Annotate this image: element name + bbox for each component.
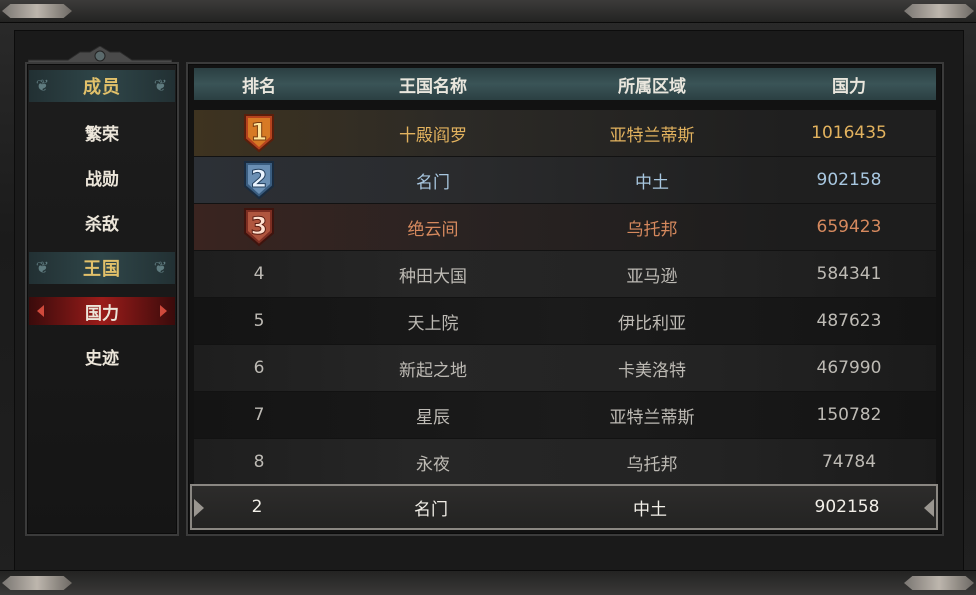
sidebar-header-kingdom: ❦ 王国 ❦ [29,252,175,284]
table-row[interactable]: 4 种田大国 亚马逊 584341 [194,251,936,297]
table-row[interactable]: 5 天上院 伊比利亚 487623 [194,298,936,344]
header-deco-icon: ❦ [153,258,169,277]
rank-cell: 5 [253,311,265,331]
region-cell: 亚特兰蒂斯 [609,125,695,146]
region-cell: 卡美洛特 [618,360,686,381]
region-cell: 乌托邦 [626,454,678,475]
region-cell: 中土 [635,172,669,193]
sidebar-item-merit[interactable]: 战勋 [29,157,175,197]
header-deco-icon: ❦ [35,76,51,95]
category-sidebar: ❦ 成员 ❦ 繁荣 战勋 杀敌 ❦ 王国 ❦ 国力 史迹 [25,62,179,536]
ranking-table: 排名 王国名称 所属区域 国力 1 十殿阎罗 亚特兰蒂斯 1016435 2 名… [186,62,944,536]
power-cell: 902158 [816,170,882,190]
sidebar-header-label: 成员 [83,77,121,98]
sidebar-item-national-power[interactable]: 国力 [29,297,175,325]
svg-text:2: 2 [251,165,268,193]
top-frame-bar [0,0,976,23]
kingdom-name-cell: 新起之地 [399,360,467,381]
kingdom-name-cell: 种田大国 [399,266,467,287]
sidebar-item-prosperity[interactable]: 繁荣 [29,112,175,152]
rank-cell: 6 [253,358,265,378]
header-deco-icon: ❦ [35,258,51,277]
sidebar-item-history[interactable]: 史迹 [29,336,175,376]
kingdom-name-cell: 星辰 [416,407,450,428]
svg-text:3: 3 [251,212,268,240]
kingdom-name-cell: 天上院 [407,313,459,334]
region-cell: 亚马逊 [626,266,678,287]
sidebar-item-label: 国力 [85,303,119,324]
corner-ornament-bottom-right [904,576,974,590]
kingdom-name-cell: 十殿阎罗 [399,125,467,146]
rank-cell: 4 [253,264,265,284]
rank-cell: 8 [253,452,265,472]
silver-medal-2-icon: 2 [244,161,274,200]
header-region: 所属区域 [618,76,686,97]
power-cell: 487623 [816,311,882,331]
sidebar-header-members: ❦ 成员 ❦ [29,70,175,102]
svg-text:1: 1 [251,118,268,146]
bottom-frame-bar [0,570,976,595]
region-cell: 伊比利亚 [618,313,686,334]
sidebar-item-label: 战勋 [85,169,119,190]
kingdom-name-cell: 名门 [416,172,450,193]
game-window-frame: ❦ 成员 ❦ 繁荣 战勋 杀敌 ❦ 王国 ❦ 国力 史迹 排名 王国名称 所属区… [0,0,976,595]
table-row[interactable]: 2 名门 中土 902158 [194,157,936,203]
power-cell: 74784 [821,452,877,472]
kingdom-name-cell: 永夜 [416,454,450,475]
corner-ornament-top-right [904,4,974,18]
sidebar-item-label: 杀敌 [85,214,119,235]
power-cell: 659423 [816,217,882,237]
header-rank: 排名 [242,76,276,97]
power-cell: 902158 [814,497,880,517]
rank-cell: 3 [194,204,324,250]
table-row[interactable]: 1 十殿阎罗 亚特兰蒂斯 1016435 [194,110,936,156]
region-cell: 亚特兰蒂斯 [609,407,695,428]
corner-ornament-top-left [2,4,72,18]
rank-cell: 7 [253,405,265,425]
bronze-medal-3-icon: 3 [244,208,274,247]
header-deco-icon: ❦ [153,76,169,95]
sidebar-item-kills[interactable]: 杀敌 [29,202,175,242]
table-row[interactable]: 3 绝云间 乌托邦 659423 [194,204,936,250]
rank-cell: 1 [194,110,324,156]
active-right-arrow-icon [160,305,167,317]
my-kingdom-row[interactable]: 2 名门 中土 902158 [190,484,938,530]
power-cell: 584341 [816,264,882,284]
power-cell: 150782 [816,405,882,425]
table-row[interactable]: 6 新起之地 卡美洛特 467990 [194,345,936,391]
power-cell: 1016435 [811,123,887,143]
table-row[interactable]: 7 星辰 亚特兰蒂斯 150782 [194,392,936,438]
rank-cell: 2 [251,497,263,517]
sidebar-item-label: 史迹 [85,348,119,369]
table-row[interactable]: 8 永夜 乌托邦 74784 [194,439,936,485]
rank-cell: 2 [194,157,324,203]
kingdom-name-cell: 绝云间 [407,219,459,240]
gold-medal-1-icon: 1 [244,114,274,153]
table-header: 排名 王国名称 所属区域 国力 [194,68,936,100]
power-cell: 467990 [816,358,882,378]
sidebar-item-label: 繁荣 [85,124,119,145]
corner-ornament-bottom-left [2,576,72,590]
row-right-arrow-icon [924,499,934,517]
region-cell: 中土 [633,499,667,520]
active-left-arrow-icon [37,305,44,317]
header-power: 国力 [832,76,866,97]
header-kingdom-name: 王国名称 [399,76,467,97]
kingdom-name-cell: 名门 [414,499,448,520]
region-cell: 乌托邦 [626,219,678,240]
sidebar-header-label: 王国 [83,259,121,280]
